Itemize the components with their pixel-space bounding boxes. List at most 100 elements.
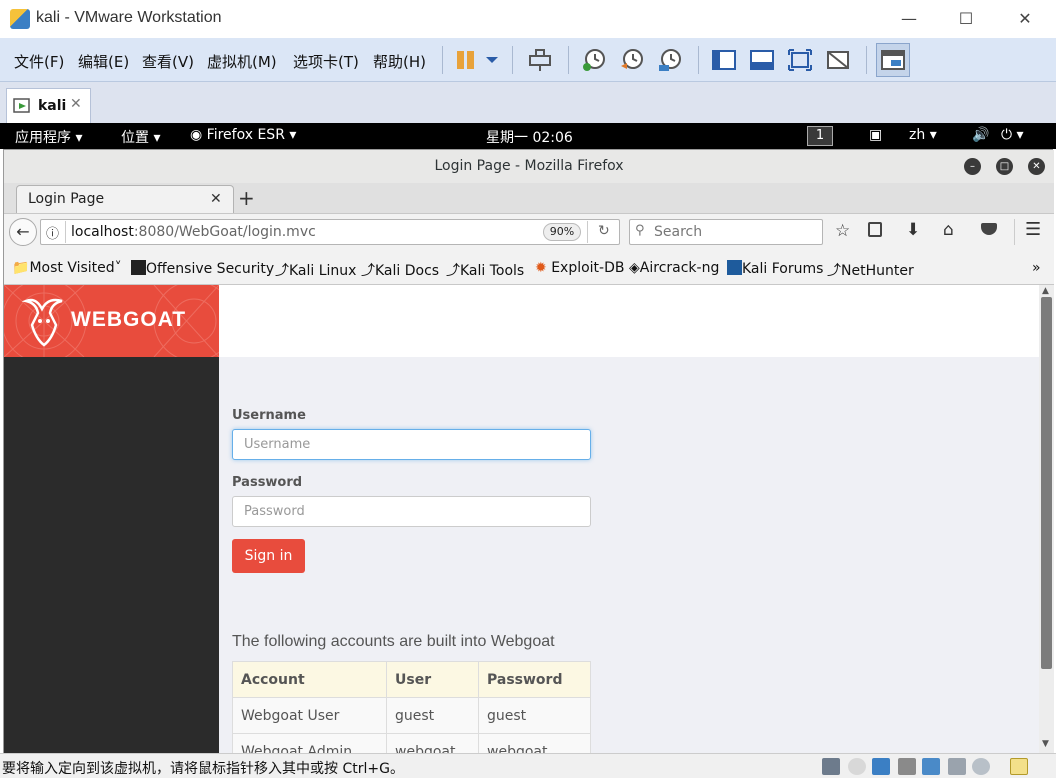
bookmark-aircrack[interactable]: ◈Aircrack-ng	[629, 260, 719, 276]
pocket-icon[interactable]	[981, 223, 997, 235]
cd-dvd-icon[interactable]	[848, 758, 866, 775]
snapshot-manager-icon[interactable]	[656, 46, 684, 74]
bookmark-label: Offensive Security	[146, 261, 275, 277]
download-icon[interactable]: ⬇	[906, 220, 920, 240]
info-icon[interactable]: ⓘ	[46, 223, 59, 242]
toolbar-separator	[568, 46, 569, 74]
back-button[interactable]: ←	[9, 218, 37, 246]
pause-icon[interactable]	[452, 46, 480, 74]
applications-menu[interactable]: 应用程序 ▾	[15, 127, 82, 147]
accounts-table: Account User Password Webgoat User guest…	[232, 661, 591, 753]
maximize-icon[interactable]: □	[996, 158, 1013, 175]
bookmark-kali-linux[interactable]: ⤴Kali Linux	[275, 260, 356, 280]
close-button[interactable]: ✕	[1011, 8, 1039, 30]
bookmark-kali-tools[interactable]: ⤴Kali Tools	[446, 260, 524, 280]
revert-snapshot-icon[interactable]	[618, 46, 646, 74]
maximize-button[interactable]: ☐	[952, 8, 980, 30]
close-tab-icon[interactable]: ✕	[210, 191, 222, 207]
applications-label: 应用程序	[15, 130, 71, 146]
bookmark-most-visited[interactable]: 📁Most Visited˅	[12, 260, 122, 276]
kali-top-panel: 应用程序 ▾ 位置 ▾ ◉ Firefox ESR ▾ 星期一 02:06 1 …	[0, 123, 1056, 149]
column-header: Account	[232, 661, 387, 698]
firefox-titlebar: Login Page - Mozilla Firefox – □ ✕	[4, 150, 1054, 183]
network-icon[interactable]	[872, 758, 890, 775]
password-input[interactable]: Password	[232, 496, 591, 527]
url-bar[interactable]: ⓘ localhost:8080/WebGoat/login.mvc 90% ↻	[40, 219, 620, 245]
chevron-down-icon[interactable]	[480, 46, 508, 74]
power-icon[interactable]: ⏻ ▾	[1001, 127, 1024, 143]
table-row: Webgoat Admin webgoat webgoat	[232, 733, 591, 753]
video-camera-icon[interactable]: ▣	[869, 127, 882, 143]
firefox-app-menu[interactable]: ◉ Firefox ESR ▾	[190, 127, 296, 143]
clock[interactable]: 星期一 02:06	[486, 127, 573, 147]
console-view-button[interactable]	[876, 43, 910, 77]
aircrack-icon: ◈	[629, 260, 640, 276]
minimize-icon[interactable]: –	[964, 158, 981, 175]
bookmark-kali-forums[interactable]: Kali Forums	[727, 260, 823, 277]
zoom-indicator[interactable]: 90%	[543, 223, 581, 241]
scroll-down-icon[interactable]: ▼	[1042, 739, 1049, 749]
bookmarks-overflow-icon[interactable]: »	[1032, 260, 1041, 276]
scroll-up-icon[interactable]: ▲	[1042, 286, 1049, 296]
bookmark-nethunter[interactable]: ⤴NetHunter	[827, 260, 914, 280]
thumbnail-bar-icon[interactable]	[748, 46, 776, 74]
logo-text: WEBGOAT	[71, 308, 187, 331]
bookmark-label: Exploit-DB	[551, 260, 625, 276]
bookmark-offensive-security[interactable]: Offensive Security	[131, 260, 274, 277]
bookmark-kali-docs[interactable]: ⤴Kali Docs	[361, 260, 439, 280]
kali-dragon-icon: ⤴	[827, 263, 841, 279]
tab-kali[interactable]: kali ✕	[6, 88, 91, 123]
bookmark-exploit-db[interactable]: ✹ Exploit-DB	[535, 260, 624, 276]
page-scrollbar[interactable]: ▲ ▼	[1039, 285, 1054, 753]
places-menu[interactable]: 位置 ▾	[121, 127, 160, 147]
kali-dragon-icon: ⤴	[446, 263, 460, 279]
menu-vm[interactable]: 虚拟机(M)	[207, 51, 277, 72]
menu-edit[interactable]: 编辑(E)	[78, 51, 129, 72]
search-box[interactable]: ⚲ Search	[629, 219, 823, 245]
home-icon[interactable]: ⌂	[943, 220, 954, 240]
send-keys-icon[interactable]	[526, 46, 554, 74]
caret-down-icon: ▾	[289, 127, 297, 143]
menu-tabs[interactable]: 选项卡(T)	[293, 51, 359, 72]
bookmark-label: Kali Docs	[375, 263, 440, 279]
sound-icon[interactable]	[922, 758, 940, 775]
username-input[interactable]: Username	[232, 429, 591, 460]
goat-icon	[22, 298, 63, 347]
kali-dragon-icon: ⤴	[361, 263, 375, 279]
fullscreen-icon[interactable]	[786, 46, 814, 74]
printer-icon[interactable]	[898, 758, 916, 775]
workspace-indicator[interactable]: 1	[807, 126, 833, 146]
message-log-icon[interactable]	[1010, 758, 1028, 775]
close-icon[interactable]: ✕	[1028, 158, 1045, 175]
menu-help[interactable]: 帮助(H)	[373, 51, 426, 72]
firefox-icon: ◉	[190, 127, 203, 143]
menu-file[interactable]: 文件(F)	[14, 51, 64, 72]
table-header-row: Account User Password	[232, 661, 591, 698]
unity-icon[interactable]	[824, 46, 852, 74]
scroll-thumb[interactable]	[1041, 297, 1052, 669]
bookmark-label: Most Visited	[29, 260, 115, 276]
toolbar-separator	[698, 46, 699, 74]
table-cell: guest	[386, 697, 479, 734]
reading-list-icon[interactable]	[868, 222, 882, 237]
usb-icon[interactable]	[948, 758, 966, 775]
bookmark-label: Kali Tools	[460, 263, 525, 279]
sidebar-toggle-icon[interactable]	[710, 46, 738, 74]
sign-in-button[interactable]: Sign in	[232, 539, 305, 573]
tab-label: kali	[38, 98, 67, 114]
close-icon[interactable]: ✕	[70, 96, 82, 112]
minimize-button[interactable]: —	[895, 8, 923, 30]
language-menu[interactable]: zh ▾	[909, 127, 937, 143]
webgoat-page: WEBGOAT Username Username Password Passw…	[4, 285, 1039, 753]
hard-disk-icon[interactable]	[822, 758, 840, 775]
camera-icon[interactable]	[972, 758, 990, 775]
snapshot-icon[interactable]	[580, 46, 608, 74]
reload-icon[interactable]: ↻	[598, 223, 610, 239]
menu-view[interactable]: 查看(V)	[142, 51, 194, 72]
hamburger-menu-icon[interactable]: ☰	[1025, 219, 1041, 240]
volume-icon[interactable]: 🔊	[972, 127, 989, 143]
bookmark-star-icon[interactable]: ☆	[835, 221, 850, 241]
tab-login-page[interactable]: Login Page ✕	[16, 185, 234, 214]
url-text: localhost:8080/WebGoat/login.mvc	[71, 224, 316, 240]
new-tab-icon[interactable]: +	[238, 186, 255, 210]
